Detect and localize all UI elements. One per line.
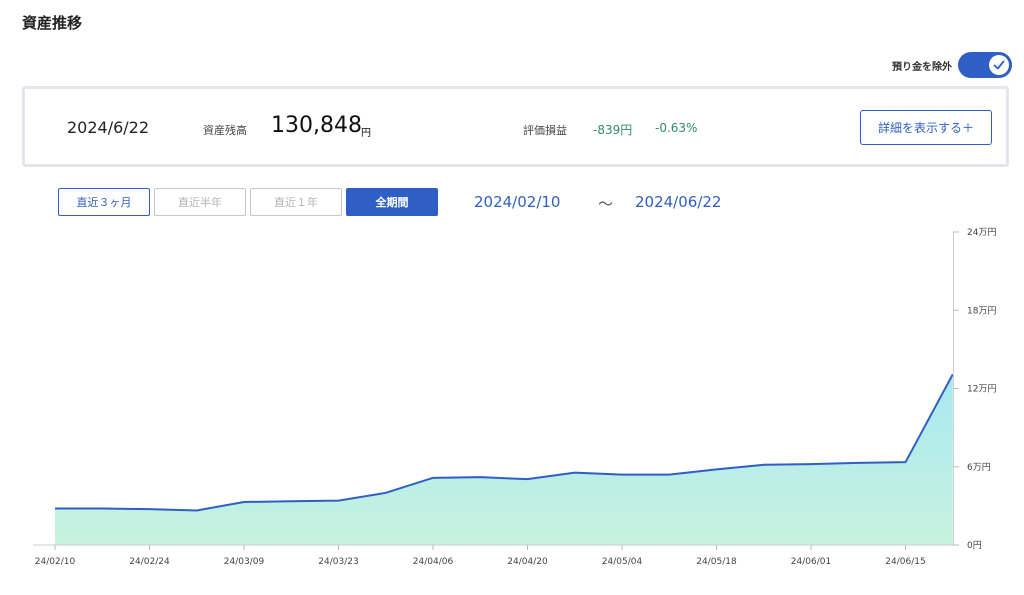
range-start-date[interactable]: 2024/02/10	[474, 193, 560, 211]
exclude-deposit-toggle[interactable]	[958, 52, 1012, 78]
exclude-deposit-toggle-group: 預り金を除外	[892, 52, 1012, 78]
asset-summary-panel: 2024/6/22 資産残高 130,848 円 評価損益 -839円 -0.6…	[22, 86, 1009, 167]
data-point[interactable]	[285, 495, 297, 507]
x-tick-label: 24/04/20	[507, 557, 548, 567]
x-tick-label: 24/02/24	[129, 557, 170, 567]
show-details-button[interactable]: 詳細を表示する＋	[860, 110, 992, 145]
profit-loss-label: 評価損益	[523, 124, 567, 137]
data-point[interactable]	[805, 458, 817, 470]
profit-loss-percent: -0.63%	[655, 121, 698, 135]
toggle-knob	[989, 55, 1009, 75]
data-point[interactable]	[380, 487, 392, 499]
x-tick-label: 24/03/09	[224, 557, 265, 567]
period-6-months-button[interactable]: 直近半年	[154, 188, 246, 216]
balance-label: 資産残高	[203, 124, 247, 137]
x-tick-label: 24/03/23	[318, 557, 358, 567]
data-point[interactable]	[144, 503, 156, 515]
data-point[interactable]	[96, 502, 108, 514]
y-tick-label: 12万円	[967, 384, 996, 395]
asset-history-chart: 24/02/10 24/02/24 24/03/09 24/03/23 24/04/06…	[33, 227, 996, 567]
data-point[interactable]	[569, 467, 581, 479]
balance-unit: 円	[361, 128, 371, 139]
x-tick-label: 24/04/06	[413, 557, 454, 567]
x-tick-label: 24/06/01	[791, 557, 831, 567]
y-tick-label: 6万円	[967, 462, 991, 473]
x-tick-label: 24/06/15	[885, 557, 925, 567]
data-point[interactable]	[852, 457, 864, 469]
data-point[interactable]	[49, 502, 61, 514]
data-point[interactable]	[947, 368, 959, 380]
data-point[interactable]	[333, 495, 345, 507]
data-point[interactable]	[427, 472, 439, 484]
data-point[interactable]	[474, 471, 486, 483]
summary-date: 2024/6/22	[67, 118, 150, 137]
period-all-button[interactable]: 全期間	[346, 188, 438, 216]
x-tick-label: 24/02/10	[35, 557, 76, 567]
check-icon	[993, 60, 1005, 70]
data-point[interactable]	[758, 459, 770, 471]
range-separator: 〜	[598, 195, 614, 213]
y-tick-label: 0円	[967, 540, 982, 551]
data-point[interactable]	[191, 504, 203, 516]
y-tick-label: 18万円	[967, 305, 996, 316]
data-point[interactable]	[663, 469, 675, 481]
period-3-months-button[interactable]: 直近３ヶ月	[58, 188, 150, 216]
x-tick-label: 24/05/04	[602, 557, 643, 567]
data-point[interactable]	[900, 456, 912, 468]
profit-loss-amount: -839円	[593, 123, 633, 137]
data-point[interactable]	[522, 473, 534, 485]
data-point[interactable]	[711, 463, 723, 475]
balance-value: 130,848	[271, 113, 362, 138]
data-point[interactable]	[238, 496, 250, 508]
page-title: 資産推移	[22, 14, 83, 32]
x-tick-label: 24/05/18	[696, 557, 737, 567]
period-1-year-button[interactable]: 直近１年	[250, 188, 342, 216]
range-end-date[interactable]: 2024/06/22	[635, 193, 721, 211]
y-tick-label: 24万円	[967, 227, 996, 238]
data-point[interactable]	[616, 469, 628, 481]
asset-area-fill	[55, 374, 953, 545]
exclude-deposit-label: 預り金を除外	[892, 61, 952, 73]
